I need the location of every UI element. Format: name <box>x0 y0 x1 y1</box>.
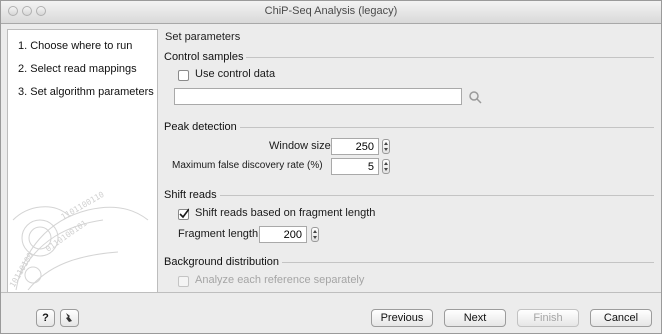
control-samples-group: Control samples Use control data <box>164 51 654 117</box>
fragment-length-stepper[interactable] <box>311 227 319 242</box>
reset-icon <box>66 313 72 322</box>
browse-icon[interactable] <box>468 90 482 104</box>
wizard-footer: ? Previous Next Finish Cancel <box>1 292 661 333</box>
step-choose-where-to-run[interactable]: 1. Choose where to run <box>18 40 132 52</box>
shift-reads-group: Shift reads Shift reads based on fragmen… <box>164 189 654 253</box>
page-title: Set parameters <box>165 31 241 43</box>
peak-detection-group: Peak detection Window size Maximum false… <box>164 121 654 185</box>
analyze-separately-label: Analyze each reference separately <box>195 274 365 286</box>
window-size-stepper[interactable] <box>382 139 390 154</box>
peak-detection-title: Peak detection <box>164 121 240 133</box>
window-size-label: Window size <box>269 140 331 152</box>
parameters-panel: Set parameters Control samples Use contr… <box>160 29 656 294</box>
analyze-separately-checkbox[interactable] <box>178 276 189 287</box>
svg-text:10110100: 10110100 <box>8 251 35 289</box>
shift-reads-checkbox[interactable] <box>178 208 189 220</box>
control-data-field[interactable] <box>174 88 462 105</box>
background-distribution-title: Background distribution <box>164 256 282 268</box>
window-title: ChiP-Seq Analysis (legacy) <box>264 5 398 17</box>
steps-sidebar: 1. Choose where to run 2. Select read ma… <box>7 29 158 294</box>
finish-button[interactable]: Finish <box>517 309 579 327</box>
shift-reads-title: Shift reads <box>164 189 220 201</box>
window-size-input[interactable] <box>331 138 379 155</box>
svg-text:1101100110: 1101100110 <box>60 190 106 222</box>
fdr-stepper[interactable] <box>382 159 390 174</box>
fragment-length-label: Fragment length <box>178 228 259 240</box>
use-control-data-label: Use control data <box>195 68 276 80</box>
fdr-label: Maximum false discovery rate (%) <box>172 160 323 171</box>
next-button[interactable]: Next <box>444 309 506 327</box>
cancel-button[interactable]: Cancel <box>590 309 652 327</box>
title-bar: ChiP-Seq Analysis (legacy) <box>1 1 661 24</box>
fdr-input[interactable] <box>331 158 379 175</box>
control-samples-title: Control samples <box>164 51 247 63</box>
previous-button[interactable]: Previous <box>371 309 433 327</box>
step-select-read-mappings[interactable]: 2. Select read mappings <box>18 63 137 75</box>
step-set-algorithm-parameters[interactable]: 3. Set algorithm parameters <box>18 86 154 98</box>
decorative-swirl-watermark: 1101100110 0110100101 10110100 <box>8 190 149 291</box>
help-button[interactable]: ? <box>36 309 55 327</box>
use-control-data-checkbox[interactable] <box>178 70 189 81</box>
background-distribution-group: Background distribution Analyze each ref… <box>164 256 654 296</box>
checkmark-icon <box>179 208 189 219</box>
shift-reads-label: Shift reads based on fragment length <box>195 207 376 219</box>
wizard-window: ChiP-Seq Analysis (legacy) 1. Choose whe… <box>0 0 662 334</box>
reset-button[interactable] <box>60 309 79 327</box>
fragment-length-input[interactable] <box>259 226 307 243</box>
